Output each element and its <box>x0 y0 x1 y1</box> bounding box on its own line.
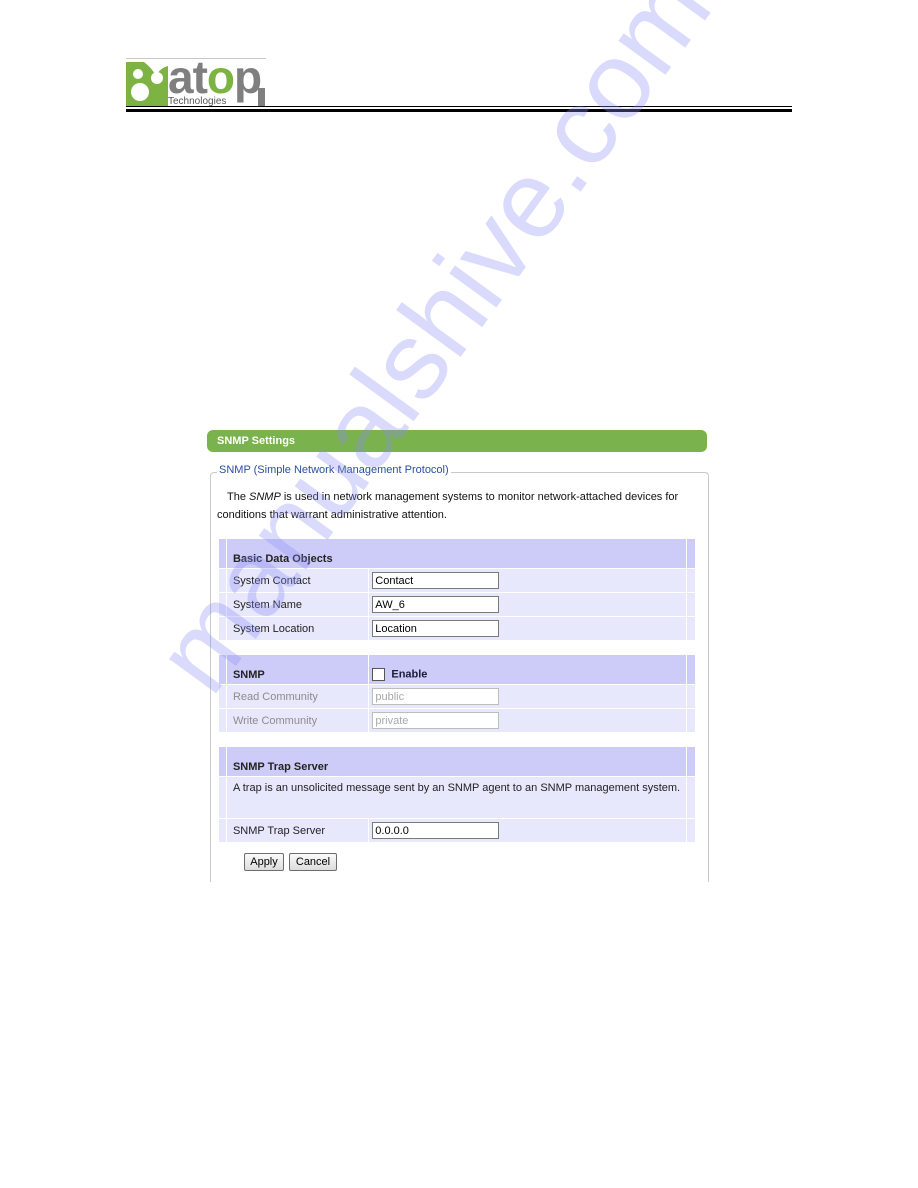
table-row: Write Community private <box>218 708 696 733</box>
table-row: Read Community public <box>218 684 696 709</box>
cancel-button[interactable]: Cancel <box>289 853 337 871</box>
system-contact-label: System Contact <box>225 568 370 593</box>
table-row: SNMP Trap Server 0.0.0.0 <box>218 818 696 843</box>
snmp-enable-label[interactable]: Enable <box>391 669 427 681</box>
panel-title: SNMP Settings <box>207 430 707 452</box>
table-header-row: SNMP Enable <box>218 654 696 685</box>
table-header-row: Basic Data Objects <box>218 538 696 569</box>
snmp-enable-checkbox[interactable] <box>372 668 386 681</box>
read-community-label: Read Community <box>225 684 370 709</box>
basic-data-objects-header: Basic Data Objects <box>225 538 688 569</box>
fieldset-legend: SNMP (Simple Network Management Protocol… <box>217 464 451 476</box>
snmp-trap-server-label: SNMP Trap Server <box>225 818 370 843</box>
snmp-trap-header: SNMP Trap Server <box>225 746 688 777</box>
apply-button[interactable]: Apply <box>244 853 284 871</box>
atop-logo-mark-icon <box>126 62 168 106</box>
table-row: A trap is an unsolicited message sent by… <box>218 776 696 819</box>
snmp-community-table: SNMP Enable Read Community public Write … <box>218 654 696 733</box>
read-community-input[interactable]: public <box>372 688 500 705</box>
table-header-row: SNMP Trap Server <box>218 746 696 777</box>
table-row: System Contact Contact <box>218 568 696 593</box>
snmp-trap-description: A trap is an unsolicited message sent by… <box>225 776 688 819</box>
system-name-input[interactable]: AW_6 <box>372 596 500 613</box>
write-community-label: Write Community <box>225 708 370 733</box>
table-row: System Location Location <box>218 616 696 641</box>
write-community-input[interactable]: private <box>372 712 500 729</box>
snmp-settings-panel: SNMP Settings SNMP (Simple Network Manag… <box>207 430 709 882</box>
atop-logo: atop Technologies <box>126 54 271 108</box>
table-row: System Name AW_6 <box>218 592 696 617</box>
system-name-label: System Name <box>225 592 370 617</box>
logo-bar <box>258 88 265 106</box>
snmp-trap-table: SNMP Trap Server A trap is an unsolicite… <box>218 746 696 843</box>
basic-data-objects-table: Basic Data Objects System Contact Contac… <box>218 538 696 641</box>
system-location-label: System Location <box>225 616 370 641</box>
logo-wordmark: atop <box>168 51 262 103</box>
snmp-emphasis: SNMP <box>249 491 281 503</box>
header-rule-thick <box>126 109 792 112</box>
snmp-header: SNMP <box>225 654 370 685</box>
system-location-input[interactable]: Location <box>372 620 500 637</box>
system-contact-input[interactable]: Contact <box>372 572 500 589</box>
snmp-trap-server-input[interactable]: 0.0.0.0 <box>372 822 500 839</box>
snmp-intro-text: The SNMP is used in network management s… <box>217 491 679 521</box>
header-rule <box>126 106 792 107</box>
